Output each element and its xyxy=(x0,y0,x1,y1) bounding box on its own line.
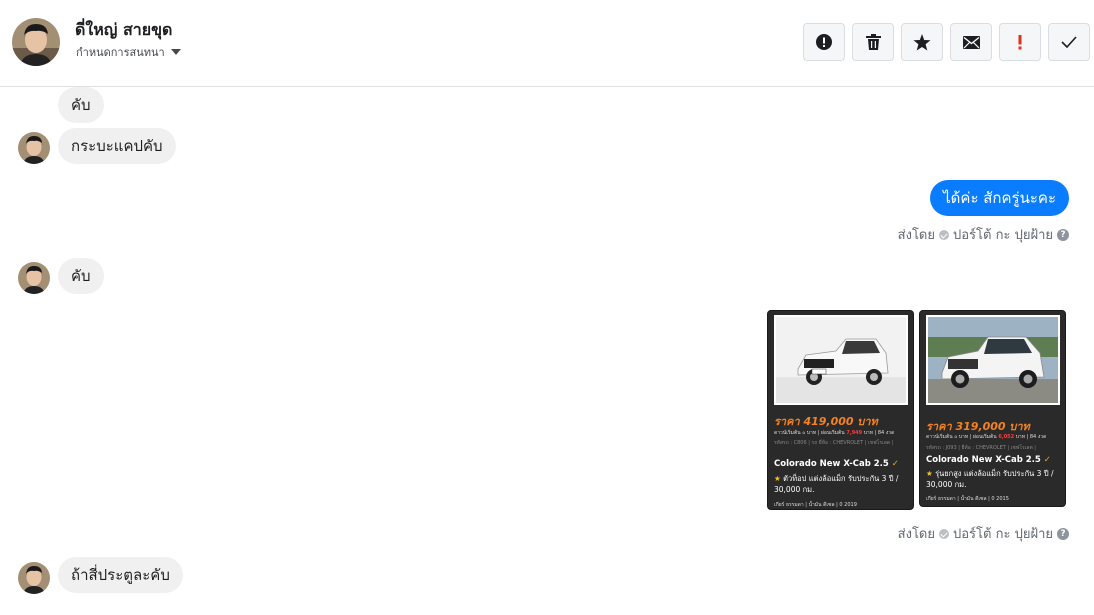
assign-label: กำหนดการสนทนา xyxy=(76,46,165,59)
car-description: ★ ตัวท็อป แต่งล้อแม็ก รับประกัน 3 ปี / 3… xyxy=(774,474,899,494)
car-listing-image[interactable]: ราคา 319,000 บาท ดาวน์เริ่มต้น ๐ บาท | ผ… xyxy=(919,310,1066,507)
star-icon: ★ xyxy=(774,474,781,483)
verified-icon xyxy=(939,229,949,240)
car-tags: รหัสรถ : C806 | รถ ยี่ห้อ : CHEVROLET | … xyxy=(774,440,894,446)
outgoing-message[interactable]: ได้ค่ะ สักครู่นะคะ xyxy=(930,180,1069,216)
sender-avatar xyxy=(18,132,50,164)
sent-by-label: ส่งโดย xyxy=(897,527,935,542)
image-attachments: ราคา 419,000 บาท ดาวน์เริ่มต้น ๐ บาท | ผ… xyxy=(767,310,1066,510)
verified-badge-icon: ✓ xyxy=(1043,455,1051,465)
sender-avatar xyxy=(18,262,50,294)
spam-button[interactable] xyxy=(803,23,845,61)
incoming-message[interactable]: กระบะแคปคับ xyxy=(58,128,176,164)
check-icon xyxy=(1061,36,1077,48)
car-photo xyxy=(926,315,1060,405)
alert-circle-icon xyxy=(816,34,832,50)
star-icon xyxy=(913,33,931,50)
car-price: ราคา 419,000 บาท xyxy=(774,415,878,428)
help-icon[interactable]: ? xyxy=(1057,228,1069,241)
sender-avatar xyxy=(18,562,50,594)
car-finance: ดาวน์เริ่มต้น ๐ บาท | ผ่อนเริ่มต้น 7,949… xyxy=(774,430,895,436)
conversation-toolbar xyxy=(803,23,1090,61)
star-button[interactable] xyxy=(901,23,943,61)
help-icon[interactable]: ? xyxy=(1057,527,1069,540)
incoming-message[interactable]: คับ xyxy=(58,87,104,123)
car-model: Colorado New X-Cab 2.5 ✓ xyxy=(774,459,899,469)
contact-name[interactable]: ดี่ใหญ่ สายขุด xyxy=(75,18,172,43)
incoming-message[interactable]: คับ xyxy=(58,258,104,294)
delete-button[interactable] xyxy=(852,23,894,61)
star-icon: ★ xyxy=(926,469,933,478)
follow-up-button[interactable] xyxy=(999,23,1041,61)
sent-by-info: ส่งโดย ปอร์โต้ กะ ปุยฝ้าย ? xyxy=(898,523,1069,544)
assign-conversation-dropdown[interactable]: กำหนดการสนทนา xyxy=(76,43,181,61)
car-finance: ดาวน์เริ่มต้น ๐ บาท | ผ่อนเริ่มต้น 6,052… xyxy=(926,434,1047,440)
car-photo xyxy=(774,315,908,405)
car-model: Colorado New X-Cab 2.5 ✓ xyxy=(926,455,1051,465)
car-footer: เกียร์ ธรรมดา | น้ำมัน ดีเซล | 0 2015 xyxy=(926,496,1009,502)
verified-badge-icon: ✓ xyxy=(891,459,899,469)
conversation-header: ดี่ใหญ่ สายขุด กำหนดการสนทนา xyxy=(0,0,1094,87)
mark-unread-button[interactable] xyxy=(950,23,992,61)
caret-down-icon xyxy=(170,49,181,55)
car-description: ★ รุ่นยกสูง แต่งล้อแม็ก รับประกัน 3 ปี /… xyxy=(926,469,1054,489)
exclamation-icon xyxy=(1018,35,1022,50)
car-listing-image[interactable]: ราคา 419,000 บาท ดาวน์เริ่มต้น ๐ บาท | ผ… xyxy=(767,310,914,510)
car-tags: รหัสรถ : J093 | ยี่ห้อ : CHEVROLET | เชฟ… xyxy=(926,445,1036,451)
incoming-message[interactable]: ถ้าสี่ประตูละคับ xyxy=(58,557,183,593)
sent-by-label: ส่งโดย xyxy=(897,228,935,243)
contact-avatar[interactable] xyxy=(12,18,60,66)
agent-name[interactable]: ปอร์โต้ กะ ปุยฝ้าย xyxy=(953,224,1053,245)
car-footer: เกียร์ ธรรมดา | น้ำมัน ดีเซล | 0 2019 xyxy=(774,502,857,508)
agent-name[interactable]: ปอร์โต้ กะ ปุยฝ้าย xyxy=(953,523,1053,544)
verified-icon xyxy=(939,528,949,539)
envelope-icon xyxy=(962,35,980,49)
trash-icon xyxy=(865,34,881,50)
mark-done-button[interactable] xyxy=(1048,23,1090,61)
sent-by-info: ส่งโดย ปอร์โต้ กะ ปุยฝ้าย ? xyxy=(898,224,1069,245)
